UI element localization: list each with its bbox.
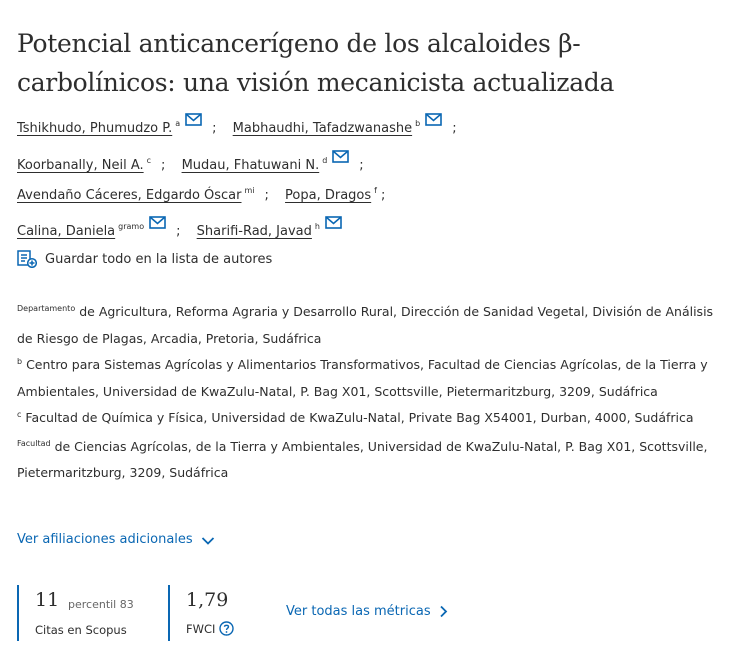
author-item: Koorbanally, Neil A. c — [17, 155, 151, 178]
author-affiliation-sup: a — [175, 119, 181, 128]
article-title: Potencial anticancerígeno de los alcaloi… — [17, 29, 615, 97]
chevron-right-icon — [439, 605, 448, 618]
author-affiliation-sup: c — [146, 156, 152, 165]
author-separator: ; — [161, 158, 166, 173]
author-separator: ; — [176, 224, 181, 239]
author-name[interactable]: Calina, Daniela — [17, 224, 115, 239]
author-item: Mabhaudhi, Tafadzwanashe b — [233, 113, 443, 141]
envelope-icon[interactable] — [425, 112, 442, 126]
author-name[interactable]: Avendaño Cáceres, Edgardo Óscar — [17, 188, 242, 203]
view-all-metrics-label: Ver todas las métricas — [286, 604, 431, 619]
fwci-label: FWCI — [186, 622, 216, 636]
affiliation-item: b Centro para Sistemas Agrícolas y Alimen… — [17, 353, 727, 404]
more-affiliations-label: Ver afiliaciones adicionales — [17, 532, 193, 547]
save-all-authors-label: Guardar todo en la lista de autores — [45, 251, 273, 267]
author-name[interactable]: Mudau, Fhatuwani N. — [182, 158, 320, 173]
affiliation-text: de Ciencias Agrícolas, de la Tierra y Am… — [17, 438, 708, 481]
view-all-metrics-link[interactable]: Ver todas las métricas — [286, 604, 448, 619]
affiliation-text: de Agricultura, Reforma Agraria y Desarr… — [17, 304, 714, 346]
author-name[interactable]: Tshikhudo, Phumudzo P. — [17, 121, 172, 136]
more-affiliations-link[interactable]: Ver afiliaciones adicionales — [17, 532, 215, 547]
author-line: Koorbanally, Neil A. c ; Mudau, Fhatuwani… — [17, 150, 370, 178]
citations-value: 11 — [35, 589, 60, 611]
affiliation-text: Facultad de Química y Física, Universida… — [25, 410, 694, 425]
author-affiliation-sup: f — [374, 186, 377, 195]
chevron-down-icon — [201, 535, 215, 545]
author-separator: ; — [381, 188, 386, 203]
affiliation-sup: Departamento — [17, 304, 76, 313]
author-item: Tshikhudo, Phumudzo P. a — [17, 113, 202, 141]
author-separator: ; — [264, 188, 269, 203]
save-all-authors-button[interactable]: Guardar todo en la lista de autores — [17, 250, 273, 269]
author-affiliation-sup: b — [415, 119, 421, 128]
envelope-icon[interactable] — [332, 149, 350, 163]
affiliation-list: Departamento de Agricultura, Reforma Agra… — [17, 300, 727, 488]
fwci-value: 1,79 — [186, 589, 229, 611]
affiliation-sup: Facultad — [17, 438, 51, 448]
citations-label: Citas en Scopus — [35, 623, 127, 637]
affiliation-sup: c — [17, 410, 22, 419]
envelope-icon[interactable] — [325, 215, 342, 229]
author-line: Calina, Daniela gramo ; Sharifi-Rad, Java… — [17, 216, 342, 244]
save-list-icon — [17, 250, 38, 269]
citations-percentile: percentil 83 — [68, 598, 134, 611]
metric-divider — [17, 585, 19, 641]
help-circle-icon[interactable] — [219, 621, 235, 636]
affiliation-sup: b — [17, 357, 23, 366]
envelope-icon[interactable] — [149, 215, 166, 229]
affiliation-text: Centro para Sistemas Agrícolas y Aliment… — [17, 357, 708, 399]
author-item: Mudau, Fhatuwani N. d — [182, 150, 350, 178]
metric-divider — [168, 585, 170, 641]
author-item: Popa, Dragos f — [285, 185, 377, 208]
author-name[interactable]: Sharifi-Rad, Javad — [197, 224, 312, 239]
affiliation-item: Facultad de Ciencias Agrícolas, de la Tie… — [17, 435, 727, 486]
author-name[interactable]: Koorbanally, Neil A. — [17, 158, 144, 173]
author-affiliation-sup: h — [314, 222, 320, 231]
author-name[interactable]: Popa, Dragos — [285, 188, 371, 203]
envelope-icon[interactable] — [185, 112, 202, 126]
author-line: Tshikhudo, Phumudzo P. a ; Mabhaudhi, Taf… — [17, 113, 463, 141]
author-name[interactable]: Mabhaudhi, Tafadzwanashe — [233, 121, 412, 136]
author-separator: ; — [452, 121, 457, 136]
author-item: Calina, Daniela gramo — [17, 216, 166, 244]
author-item: Avendaño Cáceres, Edgardo Óscar mi — [17, 185, 255, 208]
author-separator: ; — [359, 158, 364, 173]
author-line: Avendaño Cáceres, Edgardo Óscar mi ; Popa… — [17, 185, 391, 207]
author-affiliation-sup: mi — [244, 186, 255, 195]
affiliation-item: c Facultad de Química y Física, Universid… — [17, 406, 727, 433]
fwci-label-row: FWCI — [186, 621, 235, 637]
author-separator: ; — [212, 121, 217, 136]
author-item: Sharifi-Rad, Javad h — [197, 216, 342, 244]
affiliation-item: Departamento de Agricultura, Reforma Agra… — [17, 300, 727, 351]
author-affiliation-sup: d — [322, 156, 328, 165]
author-affiliation-sup: gramo — [118, 222, 145, 231]
